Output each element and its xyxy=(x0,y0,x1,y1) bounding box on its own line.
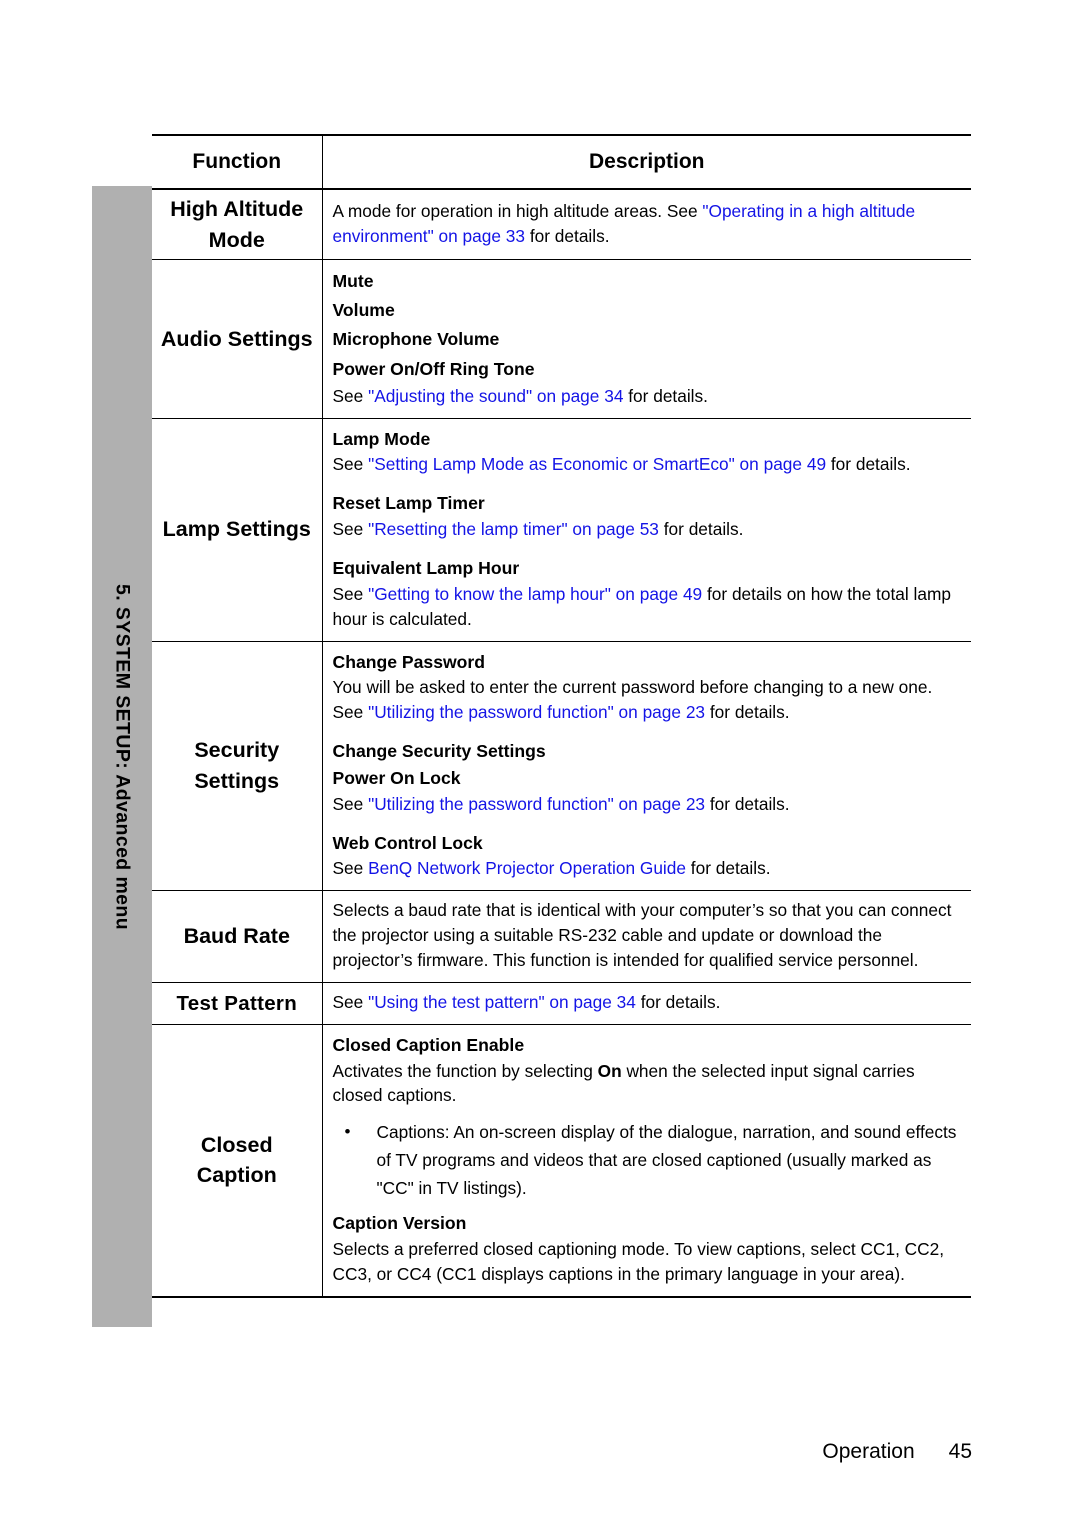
paragraph: See "Utilizing the password function" on… xyxy=(333,792,962,817)
cross-reference-link[interactable]: "Adjusting the sound" on page 34 xyxy=(368,386,623,406)
section-tab: 5. SYSTEM SETUP: Advanced menu xyxy=(92,186,152,1327)
bullet-list: • Captions: An on-screen display of the d… xyxy=(333,1118,962,1202)
description-test-pattern: See "Using the test pattern" on page 34 … xyxy=(322,982,971,1025)
paragraph: You will be asked to enter the current p… xyxy=(333,675,962,725)
function-name-baud-rate: Baud Rate xyxy=(152,890,323,983)
text-fragment: for details. xyxy=(623,385,708,406)
text-fragment: for details. xyxy=(705,793,790,814)
cross-reference-link[interactable]: BenQ Network Projector Operation Guide xyxy=(368,858,686,878)
text-fragment: See xyxy=(332,583,369,604)
function-name-high-altitude-mode: High Altitude Mode xyxy=(152,189,323,261)
description-high-altitude-mode: A mode for operation in high altitude ar… xyxy=(322,189,971,261)
text-fragment: for details. xyxy=(658,519,744,540)
table-row: High Altitude Mode A mode for operation … xyxy=(152,189,971,261)
function-name-lamp-settings: Lamp Settings xyxy=(152,418,323,642)
list-item-text: Captions: An on-screen display of the di… xyxy=(376,1122,957,1199)
paragraph: See "Adjusting the sound" on page 34 for… xyxy=(333,384,962,409)
footer-section-label: Operation xyxy=(822,1440,915,1463)
text-fragment: for details. xyxy=(705,702,790,723)
cross-reference-link[interactable]: "Utilizing the password function" on pag… xyxy=(368,702,705,722)
cross-reference-link[interactable]: "Utilizing the password function" on pag… xyxy=(368,794,705,814)
column-header-description: Description xyxy=(322,134,971,190)
sub-item-mute: Mute xyxy=(332,271,374,292)
table-header-row: Function Description xyxy=(152,134,971,190)
text-fragment: for details. xyxy=(635,991,721,1012)
bullet-icon: • xyxy=(344,1122,351,1142)
text-fragment: for details. xyxy=(826,454,911,475)
sub-item-equivalent-lamp-hour: Equivalent Lamp Hour xyxy=(332,558,520,579)
description-security-settings: Change Password You will be asked to ent… xyxy=(322,641,971,892)
function-name-test-pattern: Test Pattern xyxy=(152,982,323,1025)
description-baud-rate: Selects a baud rate that is identical wi… xyxy=(322,890,971,983)
paragraph: See "Resetting the lamp timer" on page 5… xyxy=(333,517,962,542)
sub-item-change-security-settings: Change Security Settings xyxy=(332,741,546,762)
table-row: Closed Caption Closed Caption Enable Act… xyxy=(152,1024,971,1298)
cross-reference-link[interactable]: "Using the test pattern" on page 34 xyxy=(368,992,636,1012)
text-fragment: See xyxy=(332,858,369,879)
table-row: Baud Rate Selects a baud rate that is id… xyxy=(152,890,971,983)
paragraph: See "Getting to know the lamp hour" on p… xyxy=(333,582,962,632)
text-fragment: See xyxy=(332,385,369,406)
sub-item-web-control-lock: Web Control Lock xyxy=(332,832,483,853)
column-header-function: Function xyxy=(152,134,323,190)
sub-item-closed-caption-enable: Closed Caption Enable xyxy=(332,1034,525,1055)
table-row: Audio Settings Mute Volume Microphone Vo… xyxy=(152,259,971,419)
sub-item-change-password: Change Password xyxy=(332,651,486,672)
paragraph: See "Using the test pattern" on page 34 … xyxy=(333,990,962,1015)
function-name-closed-caption: Closed Caption xyxy=(152,1024,323,1298)
sub-item-lamp-mode: Lamp Mode xyxy=(332,428,431,449)
table-row: Test Pattern See "Using the test pattern… xyxy=(152,982,971,1025)
text-fragment: See xyxy=(332,793,369,814)
paragraph: Activates the function by selecting On w… xyxy=(333,1059,962,1109)
cross-reference-link[interactable]: "Getting to know the lamp hour" on page … xyxy=(368,584,702,604)
text-fragment: See xyxy=(332,991,369,1012)
function-name-security-settings: Security Settings xyxy=(152,641,323,892)
text-fragment: for details. xyxy=(525,225,610,246)
sub-item-reset-lamp-timer: Reset Lamp Timer xyxy=(332,493,485,514)
cross-reference-link[interactable]: "Resetting the lamp timer" on page 53 xyxy=(368,519,659,539)
document-page: 5. SYSTEM SETUP: Advanced menu Function … xyxy=(0,0,1080,1529)
text-fragment: A mode for operation in high altitude ar… xyxy=(332,200,703,221)
paragraph: A mode for operation in high altitude ar… xyxy=(333,199,962,249)
description-audio-settings: Mute Volume Microphone Volume Power On/O… xyxy=(322,259,971,419)
cross-reference-link[interactable]: "Setting Lamp Mode as Economic or SmartE… xyxy=(368,454,826,474)
emphasis-on: On xyxy=(597,1060,622,1081)
table-row: Lamp Settings Lamp Mode See "Setting Lam… xyxy=(152,418,971,642)
function-description-table: Function Description High Altitude Mode … xyxy=(152,134,971,1298)
text-fragment: See xyxy=(332,519,369,540)
table-row: Security Settings Change Password You wi… xyxy=(152,641,971,892)
function-name-audio-settings: Audio Settings xyxy=(152,259,323,419)
sub-item-microphone-volume: Microphone Volume xyxy=(332,329,500,350)
text-fragment: See xyxy=(332,454,369,475)
paragraph: See "Setting Lamp Mode as Economic or Sm… xyxy=(333,452,962,477)
footer-page-number: 45 xyxy=(948,1440,972,1463)
description-lamp-settings: Lamp Mode See "Setting Lamp Mode as Econ… xyxy=(322,418,971,642)
text-fragment: Activates the function by selecting xyxy=(332,1060,598,1081)
sub-item-caption-version: Caption Version xyxy=(332,1213,467,1234)
text-fragment: for details. xyxy=(686,858,771,879)
sub-item-volume: Volume xyxy=(332,300,395,321)
page-footer: Operation 45 xyxy=(0,1440,1080,1464)
sub-item-power-on-lock: Power On Lock xyxy=(332,767,461,788)
paragraph: Selects a preferred closed captioning mo… xyxy=(332,1239,945,1284)
description-closed-caption: Closed Caption Enable Activates the func… xyxy=(322,1024,971,1298)
section-tab-label: 5. SYSTEM SETUP: Advanced menu xyxy=(111,583,134,930)
list-item: • Captions: An on-screen display of the d… xyxy=(333,1118,962,1202)
paragraph: See BenQ Network Projector Operation Gui… xyxy=(333,856,962,881)
paragraph: Selects a baud rate that is identical wi… xyxy=(332,900,952,970)
sub-item-power-ring-tone: Power On/Off Ring Tone xyxy=(332,358,535,379)
